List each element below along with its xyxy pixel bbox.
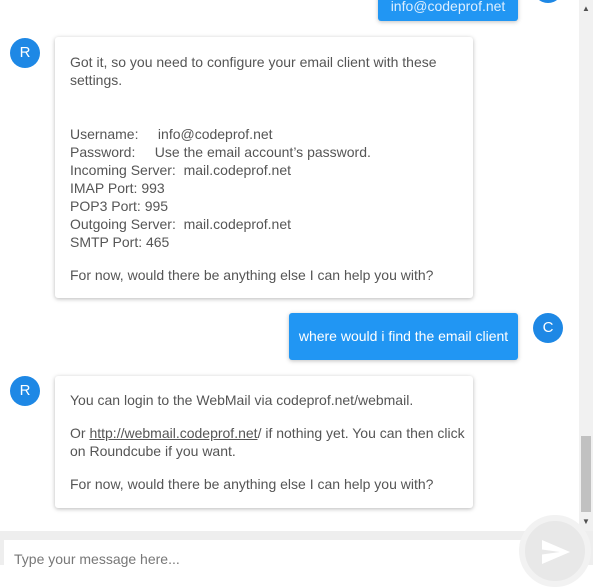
followup-text: For now, would there be anything else I … [70, 267, 434, 283]
bot-message-card: You can login to the WebMail via codepro… [55, 376, 473, 508]
message-text: Got it, so you need to configure your em… [70, 54, 437, 70]
composer-bar [0, 531, 593, 570]
message-list[interactable]: info@codeprof.net C R Got it, so you nee… [0, 0, 579, 531]
avatar-initial: R [19, 382, 31, 399]
user-message-text: info@codeprof.net [390, 0, 506, 14]
user-message-text: where would i find the email client [298, 328, 509, 344]
chat-window: info@codeprof.net C R Got it, so you nee… [0, 0, 593, 587]
outgoing-server-line: Outgoing Server: mail.codeprof.net [70, 216, 292, 232]
message-text: settings. [70, 72, 123, 88]
scrollbar[interactable]: ▲ ▼ [579, 0, 593, 531]
user-message-bubble: info@codeprof.net [378, 0, 518, 21]
incoming-server-line: Incoming Server: mail.codeprof.net [70, 162, 291, 178]
password-line: Password: Use the email account’s passwo… [70, 144, 371, 160]
message-text: Or http://webmail.codeprof.net/ if nothi… [70, 424, 465, 442]
user-avatar: C [533, 313, 563, 343]
bot-avatar: R [10, 38, 40, 68]
message-text: You can login to the WebMail via codepro… [70, 392, 414, 408]
webmail-link[interactable]: http://webmail.codeprof.net [89, 425, 257, 441]
scroll-up-arrow-icon[interactable]: ▲ [579, 2, 593, 16]
smtp-port-line: SMTP Port: 465 [70, 234, 170, 250]
user-message-bubble: where would i find the email client [289, 313, 518, 360]
message-input[interactable] [4, 540, 522, 570]
avatar-initial: C [542, 319, 554, 336]
followup-text: For now, would there be anything else I … [70, 476, 434, 492]
or-suffix: / if nothing yet. You can then click [257, 425, 465, 441]
imap-port-line: IMAP Port: 993 [70, 180, 165, 196]
bot-avatar: R [10, 376, 40, 406]
scrollbar-thumb[interactable] [581, 436, 591, 512]
send-icon [542, 540, 570, 564]
bot-message-card: Got it, so you need to configure your em… [55, 37, 473, 298]
avatar-initial: R [19, 44, 31, 61]
or-prefix: Or [70, 425, 90, 441]
message-text: on Roundcube if you want. [70, 443, 236, 459]
user-avatar: C [533, 0, 563, 3]
send-button[interactable] [519, 515, 591, 587]
username-line: Username: info@codeprof.net [70, 126, 273, 142]
pop3-port-line: POP3 Port: 995 [70, 198, 169, 214]
